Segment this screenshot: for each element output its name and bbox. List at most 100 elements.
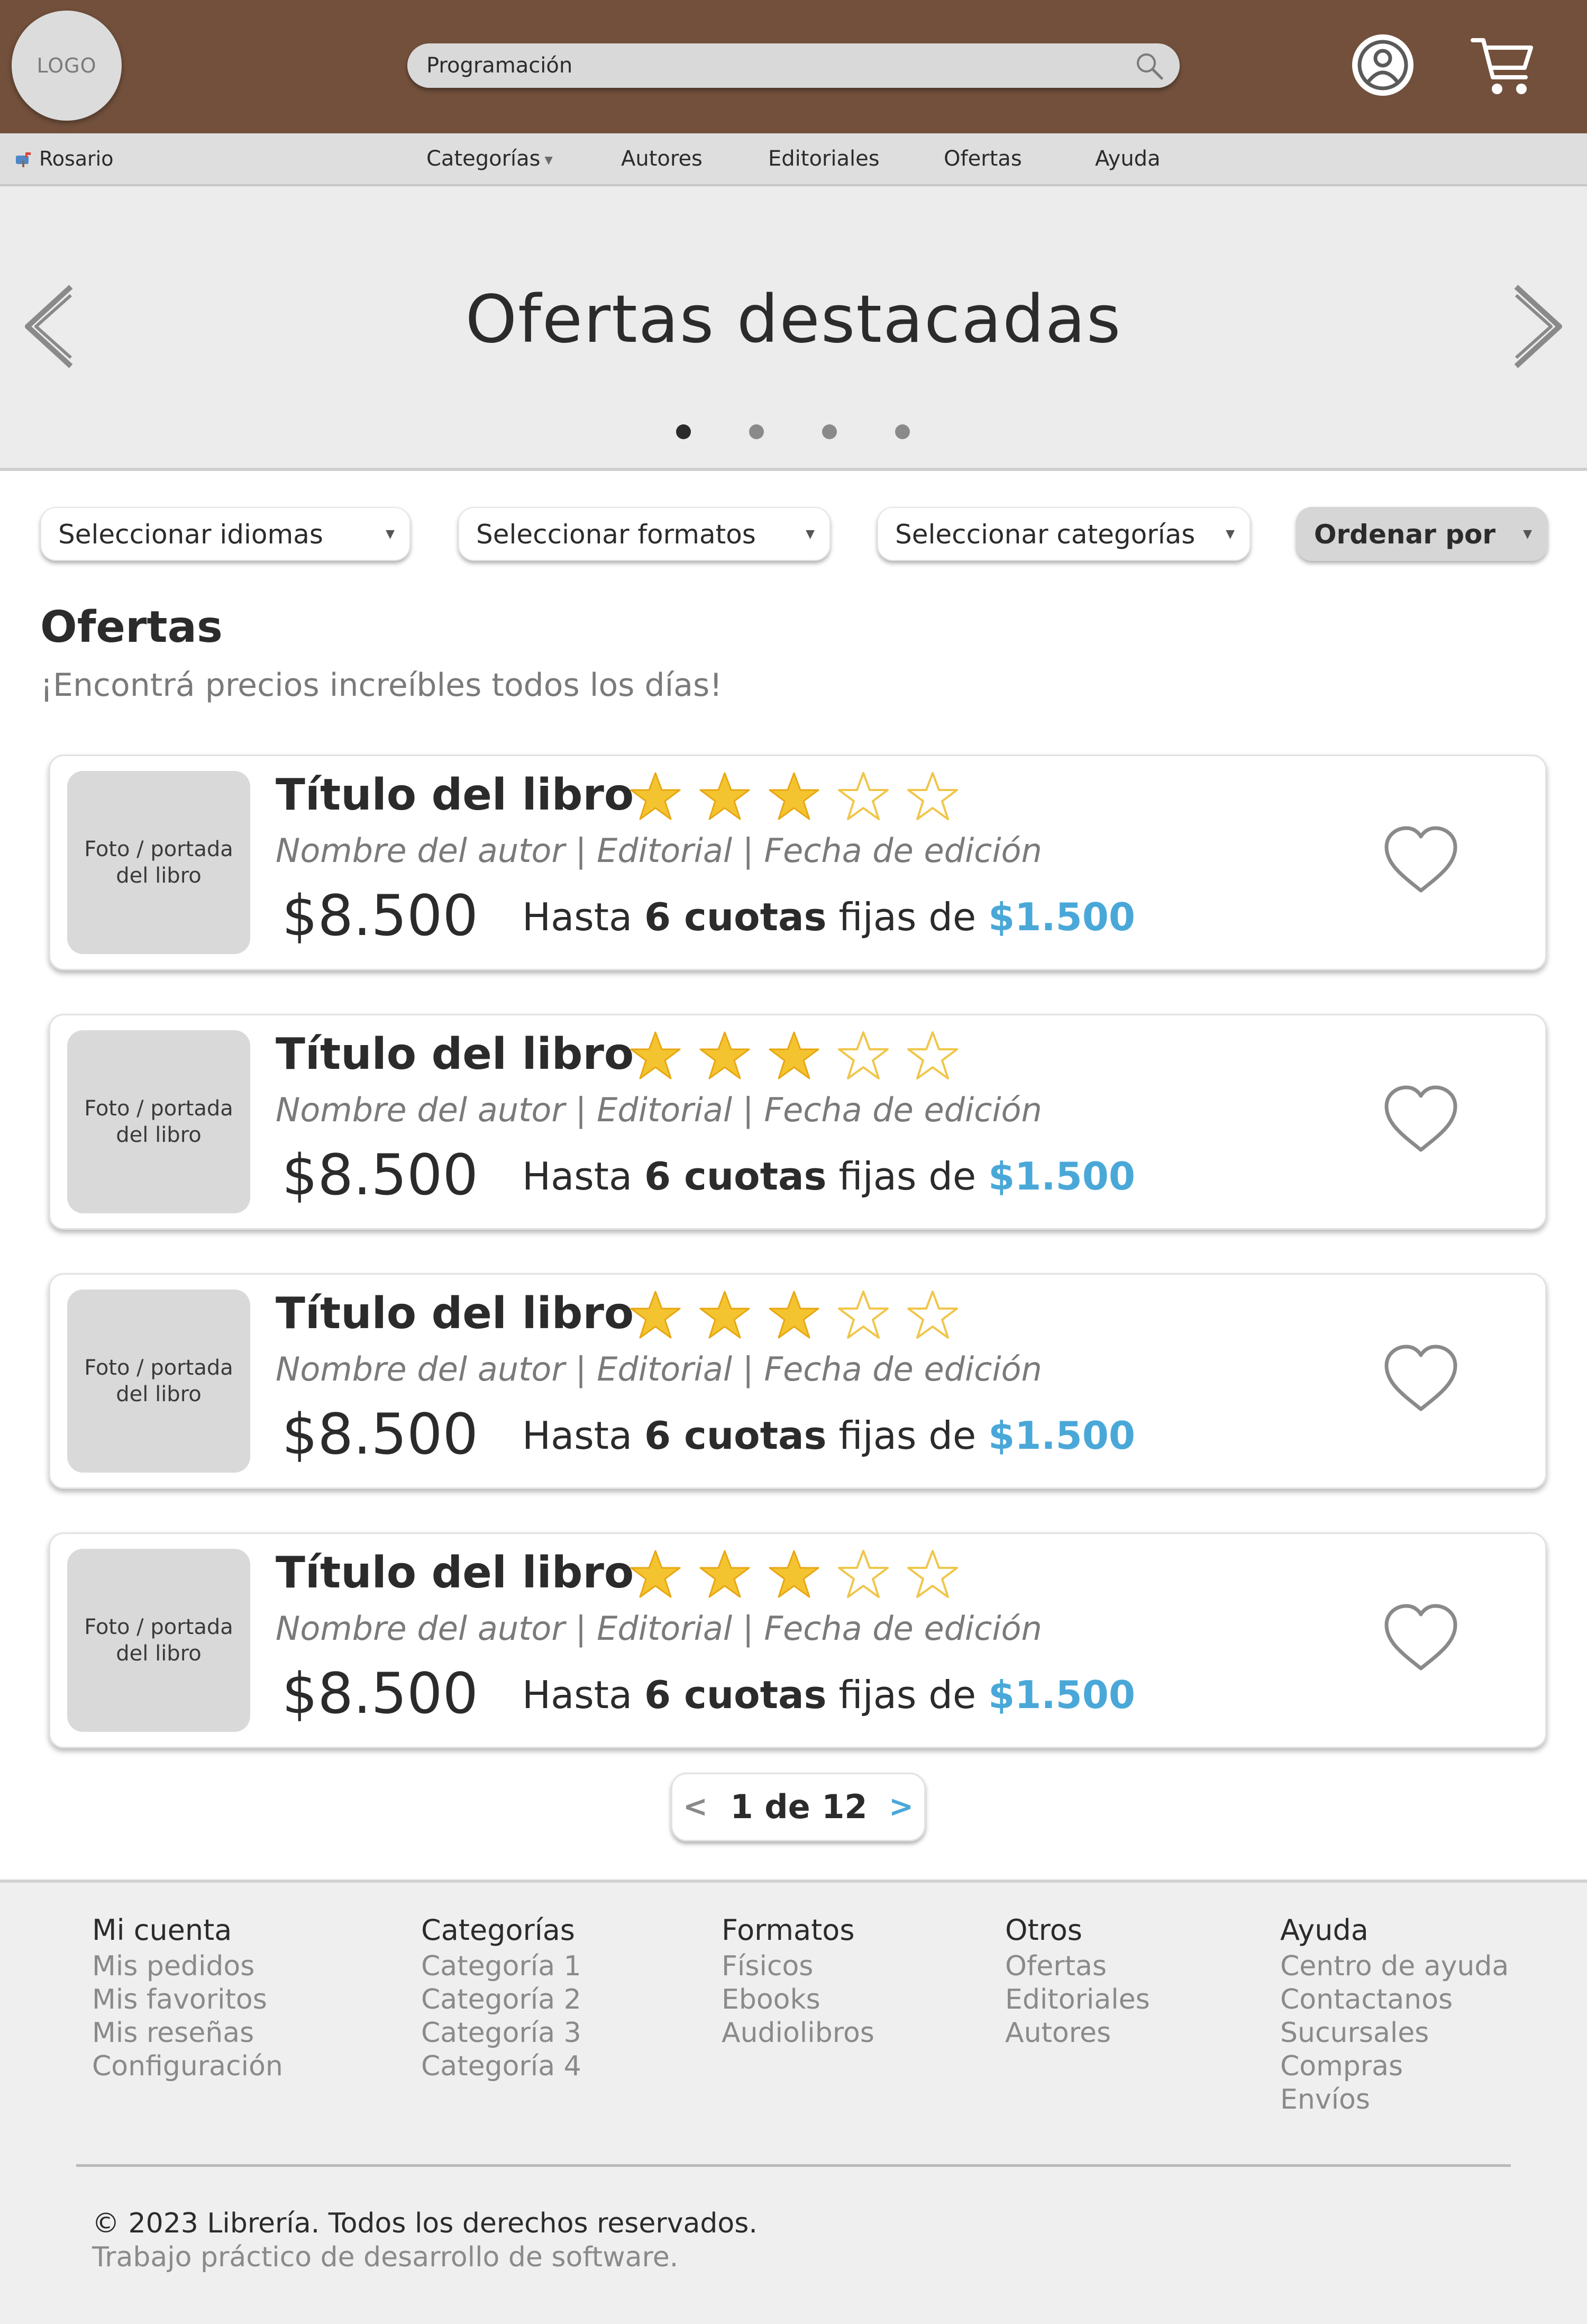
footer-link[interactable]: Mis favoritos — [92, 1983, 283, 2017]
footer-link[interactable]: Configuración — [92, 2050, 283, 2083]
star-filled-icon[interactable] — [768, 1548, 820, 1601]
search-input[interactable]: Programación — [426, 43, 572, 88]
next-page-button[interactable]: > — [889, 1774, 914, 1840]
star-filled-icon[interactable] — [698, 1288, 751, 1341]
footer-link[interactable]: Categoría 4 — [421, 2050, 581, 2083]
footer: Mi cuenta Mis pedidos Mis favoritos Mis res… — [0, 1880, 1587, 2324]
footer-link[interactable]: Compras — [1280, 2050, 1509, 2083]
search-icon[interactable] — [1134, 51, 1165, 81]
chevron-down-icon: ▼ — [1226, 528, 1235, 541]
footer-link[interactable]: Envíos — [1280, 2083, 1509, 2117]
star-filled-icon[interactable] — [629, 1029, 682, 1082]
star-empty-icon[interactable] — [837, 1288, 890, 1341]
footer-link[interactable]: Contactanos — [1280, 1983, 1509, 2017]
footer-link[interactable]: Autores — [1005, 2017, 1150, 2050]
installments-info: Hasta 6 cuotas fijas de $1.500 — [522, 1413, 1135, 1458]
installments-count: 6 cuotas — [644, 1154, 827, 1199]
location-selector[interactable]: Rosario — [14, 133, 113, 184]
star-empty-icon[interactable] — [906, 1029, 959, 1082]
nav-item-ofertas[interactable]: Ofertas — [944, 133, 1022, 184]
footer-link[interactable]: Categoría 2 — [421, 1983, 581, 2017]
heart-favorite-icon[interactable] — [1381, 1601, 1461, 1675]
footer-link[interactable]: Categoría 1 — [421, 1950, 581, 1983]
star-filled-icon[interactable] — [768, 1029, 820, 1082]
carousel-next-arrow-icon[interactable] — [1509, 282, 1567, 371]
star-rating — [629, 1288, 975, 1341]
star-filled-icon[interactable] — [698, 1548, 751, 1601]
heart-favorite-icon[interactable] — [1381, 823, 1461, 897]
book-title[interactable]: Título del libro — [276, 1548, 634, 1598]
heart-favorite-icon[interactable] — [1381, 1341, 1461, 1415]
star-empty-icon[interactable] — [837, 1548, 890, 1601]
format-filter-select[interactable]: Seleccionar formatos ▼ — [458, 507, 831, 561]
nav-item-categorias[interactable]: Categorías ▼ — [426, 133, 553, 185]
logo[interactable]: LOGO — [12, 11, 122, 121]
heart-favorite-icon[interactable] — [1381, 1082, 1461, 1156]
book-meta: Nombre del autor | Editorial | Fecha de … — [276, 831, 1042, 870]
nav-item-ayuda[interactable]: Ayuda — [1095, 133, 1161, 184]
star-filled-icon[interactable] — [768, 1288, 820, 1341]
star-empty-icon[interactable] — [906, 770, 959, 823]
installments-mid: fijas de — [826, 895, 989, 939]
book-price: $8.500 — [282, 1661, 478, 1726]
book-cover-placeholder[interactable]: Foto / portada del libro — [67, 1549, 250, 1732]
book-card[interactable]: Foto / portada del libro Título del libro… — [49, 1532, 1547, 1748]
book-meta: Nombre del autor | Editorial | Fecha de … — [276, 1091, 1042, 1129]
book-title[interactable]: Título del libro — [276, 1288, 634, 1339]
hero-title: Ofertas destacadas — [465, 282, 1122, 358]
book-card[interactable]: Foto / portada del libro Título del libro… — [49, 1014, 1547, 1230]
chevron-down-icon: ▼ — [386, 528, 395, 541]
footer-link[interactable]: Centro de ayuda — [1280, 1950, 1509, 1983]
book-price: $8.500 — [282, 1142, 478, 1208]
star-empty-icon[interactable] — [906, 1548, 959, 1601]
filter-label: Seleccionar formatos — [476, 519, 756, 550]
book-title[interactable]: Título del libro — [276, 770, 634, 820]
star-filled-icon[interactable] — [768, 770, 820, 823]
filter-label: Ordenar por — [1314, 519, 1496, 550]
footer-link[interactable]: Ebooks — [722, 1983, 874, 2017]
search-bar[interactable]: Programación — [407, 43, 1180, 88]
book-price: $8.500 — [282, 883, 478, 948]
star-filled-icon[interactable] — [629, 1288, 682, 1341]
footer-link[interactable]: Audiolibros — [722, 2017, 874, 2050]
footer-link[interactable]: Editoriales — [1005, 1983, 1150, 2017]
book-title[interactable]: Título del libro — [276, 1029, 634, 1079]
carousel-dot-1[interactable] — [676, 424, 691, 439]
star-filled-icon[interactable] — [629, 770, 682, 823]
footer-column: Categorías Categoría 1 Categoría 2 Categorí… — [421, 1913, 581, 2083]
prev-page-button[interactable]: < — [683, 1774, 708, 1840]
footer-column-heading: Mi cuenta — [92, 1913, 232, 1947]
footer-link[interactable]: Mis pedidos — [92, 1950, 283, 1983]
sort-by-select[interactable]: Ordenar por ▼ — [1296, 507, 1548, 561]
footer-link[interactable]: Físicos — [722, 1950, 874, 1983]
star-filled-icon[interactable] — [698, 1029, 751, 1082]
book-cover-placeholder[interactable]: Foto / portada del libro — [67, 771, 250, 954]
star-filled-icon[interactable] — [698, 770, 751, 823]
installments-prefix: Hasta — [522, 1413, 645, 1458]
nav-item-autores[interactable]: Autores — [621, 133, 703, 184]
carousel-dot-2[interactable] — [749, 424, 764, 439]
category-filter-select[interactable]: Seleccionar categorías ▼ — [877, 507, 1251, 561]
footer-link[interactable]: Ofertas — [1005, 1950, 1150, 1983]
nav-item-editoriales[interactable]: Editoriales — [768, 133, 880, 184]
footer-divider — [76, 2164, 1511, 2167]
shopping-cart-icon[interactable] — [1469, 31, 1537, 99]
footer-column: Formatos Físicos Ebooks Audiolibros — [722, 1913, 874, 2050]
footer-link[interactable]: Categoría 3 — [421, 2017, 581, 2050]
star-filled-icon[interactable] — [629, 1548, 682, 1601]
carousel-dot-3[interactable] — [822, 424, 837, 439]
user-account-icon[interactable] — [1351, 33, 1415, 97]
section-title: Ofertas — [40, 602, 223, 652]
book-cover-placeholder[interactable]: Foto / portada del libro — [67, 1290, 250, 1473]
star-empty-icon[interactable] — [906, 1288, 959, 1341]
language-filter-select[interactable]: Seleccionar idiomas ▼ — [40, 507, 411, 561]
book-cover-placeholder[interactable]: Foto / portada del libro — [67, 1030, 250, 1213]
book-card[interactable]: Foto / portada del libro Título del libro… — [49, 1273, 1547, 1489]
carousel-dot-4[interactable] — [895, 424, 910, 439]
footer-link[interactable]: Sucursales — [1280, 2017, 1509, 2050]
star-empty-icon[interactable] — [837, 1029, 890, 1082]
footer-link[interactable]: Mis reseñas — [92, 2017, 283, 2050]
star-empty-icon[interactable] — [837, 770, 890, 823]
installments-amount: $1.500 — [988, 1154, 1135, 1199]
book-card[interactable]: Foto / portada del libro Título del libro… — [49, 755, 1547, 970]
